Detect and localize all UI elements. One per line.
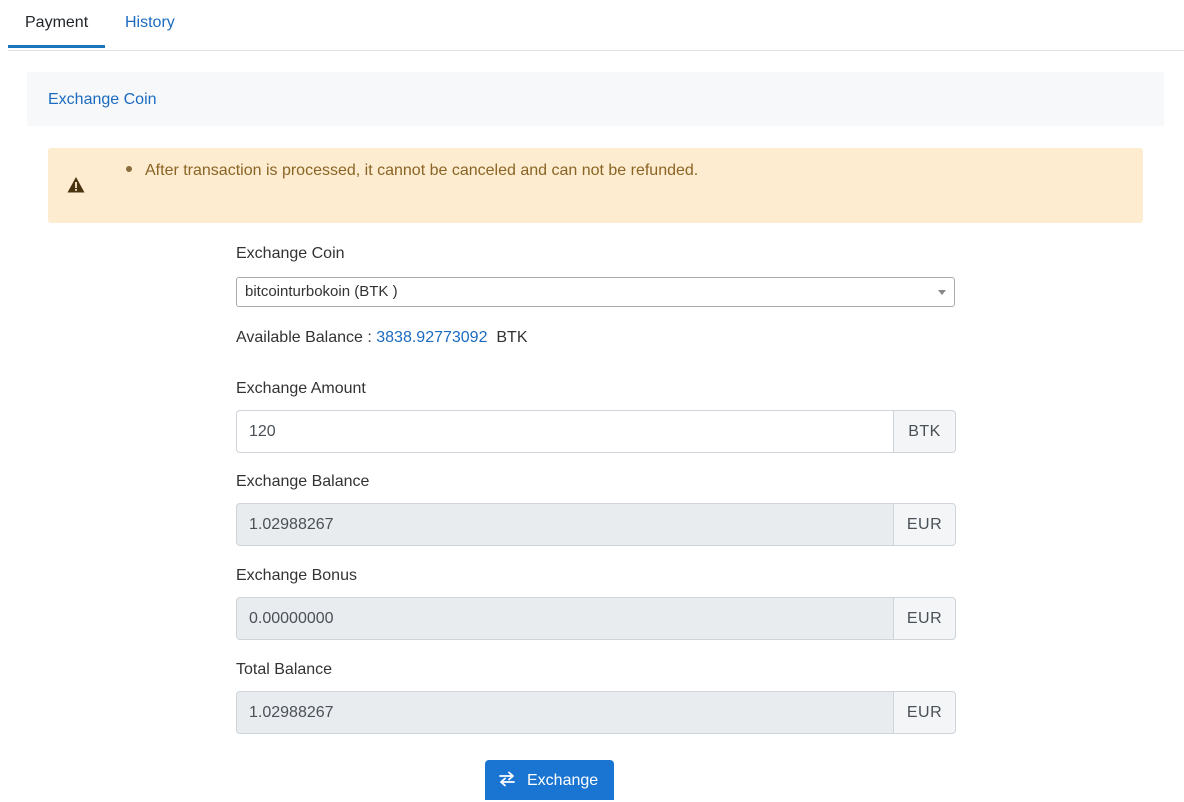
tab-bar: Payment History <box>8 0 1184 51</box>
coin-select-value: bitcointurbokoin (BTK ) <box>245 283 398 300</box>
available-balance-unit: BTK <box>496 329 528 346</box>
bonus-group: 0.00000000 EUR <box>236 597 956 640</box>
amount-input[interactable]: 120 <box>236 410 893 453</box>
swap-arrows-icon <box>499 771 515 787</box>
list-bullet <box>126 166 132 172</box>
bonus-label: Exchange Bonus <box>236 567 357 584</box>
card-header: Exchange Coin <box>27 72 1164 126</box>
bonus-value: 0.00000000 <box>249 610 334 627</box>
amount-input-value: 120 <box>249 423 276 440</box>
coin-select[interactable]: bitcointurbokoin (BTK ) <box>236 277 955 307</box>
alert-message: After transaction is processed, it canno… <box>145 162 699 179</box>
coin-label: Exchange Coin <box>236 245 345 262</box>
total-label: Total Balance <box>236 661 333 678</box>
total-value: 1.02988267 <box>249 704 334 721</box>
total-field: 1.02988267 <box>236 691 893 734</box>
exchange-balance-field: 1.02988267 <box>236 503 893 546</box>
available-balance-label: Available Balance : <box>236 329 377 346</box>
available-balance: Available Balance : 3838.92773092 BTK <box>236 328 528 348</box>
exchange-balance-group: 1.02988267 EUR <box>236 503 956 546</box>
chevron-down-icon <box>938 290 946 295</box>
bonus-field: 0.00000000 <box>236 597 893 640</box>
amount-label: Exchange Amount <box>236 380 366 397</box>
tab-history[interactable]: History <box>108 0 192 48</box>
bonus-unit: EUR <box>893 597 956 640</box>
total-unit: EUR <box>893 691 956 734</box>
exchange-button-label: Exchange <box>527 772 599 789</box>
exchange-balance-unit: EUR <box>893 503 956 546</box>
total-group: 1.02988267 EUR <box>236 691 956 734</box>
exchange-button[interactable]: Exchange <box>485 760 614 800</box>
amount-input-group: 120 BTK <box>236 410 956 453</box>
exchange-balance-value: 1.02988267 <box>249 516 334 533</box>
amount-unit: BTK <box>893 410 956 453</box>
card-title: Exchange Coin <box>48 91 157 108</box>
warning-triangle-icon <box>67 177 85 193</box>
available-balance-value: 3838.92773092 <box>376 329 488 346</box>
tab-payment[interactable]: Payment <box>8 0 106 48</box>
warning-alert: After transaction is processed, it canno… <box>48 148 1143 223</box>
exchange-balance-label: Exchange Balance <box>236 473 370 490</box>
